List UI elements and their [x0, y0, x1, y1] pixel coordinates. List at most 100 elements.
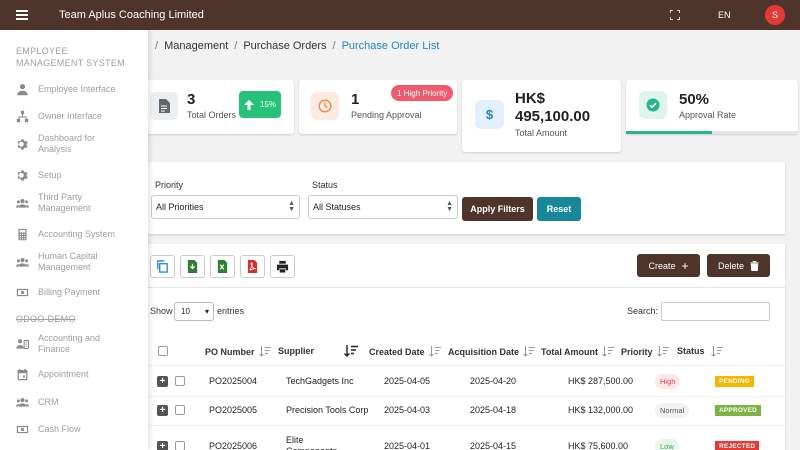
sidebar-item-accounting-finance[interactable]: Accounting and Finance [16, 333, 126, 355]
fullscreen-icon[interactable] [670, 10, 680, 20]
entries-select[interactable]: 10 ▾ [174, 302, 214, 321]
column-supplier[interactable]: Supplier [278, 346, 314, 356]
total-amount: HK$ 75,600.00 [568, 441, 629, 450]
column-priority[interactable]: Priority [621, 346, 669, 357]
sidebar-item-hcm[interactable]: Human Capital Management [16, 251, 126, 273]
row-checkbox[interactable] [175, 405, 185, 415]
apply-filters-button[interactable]: Apply Filters [462, 197, 533, 221]
stat-value-total-amount: HK$ 495,100.00 [515, 90, 591, 125]
clock-icon [311, 92, 339, 120]
sidebar-item-label: Billing Payment [38, 287, 101, 297]
show-label: Show [150, 306, 173, 316]
breadcrumb-management[interactable]: Management [164, 40, 228, 52]
csv-button[interactable] [180, 255, 205, 278]
po-number: PO2025004 [209, 376, 258, 386]
breadcrumb-separator: / [332, 40, 336, 52]
priority-badge: Normal [655, 403, 690, 418]
print-button[interactable] [270, 255, 295, 278]
column-total-amount[interactable]: Total Amount [541, 346, 614, 357]
sidebar-item-accounting-system[interactable]: Accounting System [16, 228, 146, 241]
sidebar-item-employee-interface[interactable]: Employee Interface [16, 83, 146, 96]
sort-icon[interactable] [711, 346, 723, 357]
column-acquisition-date[interactable]: Acquisition Date [448, 346, 536, 357]
person-icon [17, 84, 28, 96]
priority-select[interactable]: All Priorities ▲ ▼ [151, 195, 300, 219]
breadcrumb-separator: / [155, 40, 159, 52]
menu-icon[interactable] [16, 10, 28, 20]
gear-icon [17, 170, 28, 181]
row-divider [148, 396, 785, 397]
avatar[interactable]: S [765, 5, 785, 25]
sort-active-icon[interactable] [344, 345, 358, 357]
users-icon [16, 198, 29, 208]
pdf-button[interactable] [240, 255, 265, 278]
status-label: Status [312, 180, 338, 190]
select-caret-icon: ▲ ▼ [446, 200, 453, 213]
sidebar-item-billing-payment[interactable]: Billing Payment [16, 286, 146, 299]
status-badge: APPROVED [715, 405, 762, 416]
breadcrumb-separator: / [234, 40, 238, 52]
breadcrumb-purchase-orders[interactable]: Purchase Orders [243, 40, 326, 52]
breadcrumb: / Management / Purchase Orders / Purchase Ord… [155, 40, 439, 52]
supplier: TechGadgets Inc [286, 376, 354, 386]
select-caret-icon: ▲ ▼ [288, 200, 295, 213]
select-all-checkbox[interactable] [158, 346, 168, 356]
column-po-number[interactable]: PO Number [205, 346, 271, 357]
sidebar-item-appointment[interactable]: Appointment [16, 368, 146, 381]
sidebar-item-setup[interactable]: Setup [16, 169, 146, 182]
sidebar-item-third-party[interactable]: Third Party Management [16, 192, 126, 214]
trend-value: 15% [259, 100, 276, 109]
search-input[interactable] [661, 302, 770, 321]
expand-row-icon[interactable]: + [157, 376, 168, 387]
acquisition-date: 2025-04-18 [470, 405, 517, 415]
created-date: 2025-04-05 [384, 376, 431, 386]
excel-file-icon [217, 260, 228, 273]
csv-file-icon [187, 260, 198, 273]
column-label: Acquisition Date [448, 346, 520, 357]
row-checkbox[interactable] [175, 441, 185, 450]
reset-button[interactable]: Reset [537, 197, 581, 221]
expand-row-icon[interactable]: + [157, 405, 168, 416]
create-button[interactable]: Create + [637, 254, 700, 277]
created-date: 2025-04-01 [384, 441, 431, 450]
sidebar-item-dashboard[interactable]: Dashboard for Analysis [16, 133, 126, 155]
sort-icon [523, 346, 536, 357]
created-date: 2025-04-03 [384, 405, 431, 415]
sidebar-item-label: CRM [38, 397, 59, 407]
delete-label: Delete [717, 260, 744, 271]
sidebar-item-crm[interactable]: CRM [16, 396, 146, 409]
calculator-icon [18, 228, 27, 241]
language-selector[interactable]: EN [718, 10, 731, 20]
status-select[interactable]: All Statuses ▲ ▼ [308, 195, 458, 219]
sort-icon [602, 346, 614, 357]
sidebar: EMPLOYEE MANAGEMENT SYSTEM Employee Inte… [0, 30, 148, 450]
column-label: Status [677, 346, 705, 356]
copy-button[interactable] [150, 255, 175, 278]
column-label: Supplier [278, 346, 315, 356]
users-icon [16, 257, 29, 267]
stat-value-pending: 1 [351, 91, 360, 108]
document-icon [150, 92, 178, 120]
expand-row-icon[interactable]: + [157, 441, 168, 450]
po-number: PO2025006 [209, 441, 258, 450]
gear-icon [17, 138, 28, 150]
money-icon [16, 425, 29, 434]
sidebar-item-label: Accounting and Finance [38, 333, 101, 354]
app-title: Team Aplus Coaching Limited [59, 9, 204, 21]
row-checkbox[interactable] [175, 376, 185, 386]
excel-button[interactable] [210, 255, 235, 278]
sidebar-item-label: Accounting System [38, 229, 116, 239]
stat-value-total-orders: 3 [187, 91, 196, 108]
approval-progress-fill [626, 131, 712, 134]
total-amount: HK$ 132,000.00 [568, 405, 634, 415]
delete-button[interactable]: Delete [707, 254, 770, 277]
column-created-date[interactable]: Created Date [369, 346, 441, 357]
sidebar-item-owner-interface[interactable]: Owner Interface [16, 110, 146, 123]
plus-icon: + [681, 258, 689, 273]
sidebar-item-label: Appointment [38, 369, 89, 379]
sidebar-item-cash-flow[interactable]: Cash Flow [16, 423, 146, 436]
column-status[interactable]: Status [677, 346, 705, 356]
search-label: Search: [627, 306, 659, 316]
breadcrumb-current: Purchase Order List [341, 40, 440, 52]
check-circle-icon [639, 91, 667, 119]
